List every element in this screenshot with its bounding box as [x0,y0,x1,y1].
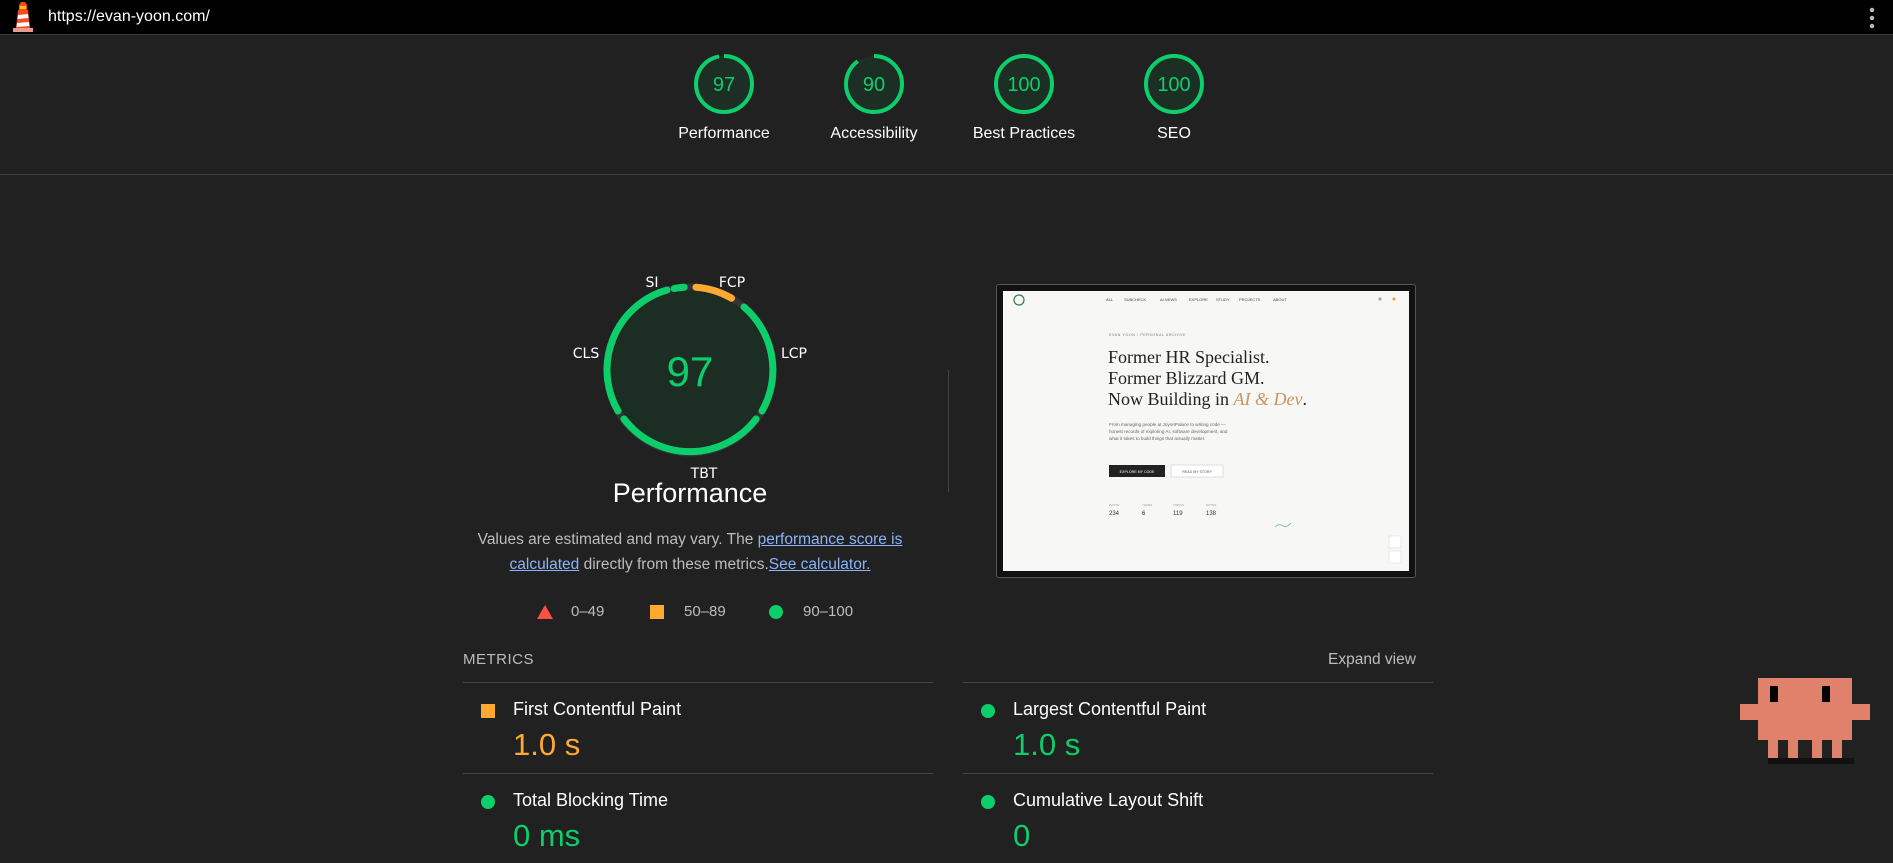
stat-value: 234 [1109,511,1120,517]
metric-name: Largest Contentful Paint [1013,699,1207,719]
explore-code-label: EXPLORE MY CODE [1120,470,1155,474]
segment-si [670,283,688,292]
stat-label: NOTES [1206,503,1216,507]
nav-item: ALL [1106,297,1114,302]
nav-item: AI NEWS [1160,297,1177,302]
screenshot-page: ALL SUBCHECK AI NEWS EXPLORE STUDY PROJE… [1003,291,1409,571]
gauge-ring: 100 [1144,54,1204,114]
triangle-icon [537,605,553,619]
scroll-down-button [1388,550,1402,564]
gauge-label: Accessibility [830,125,918,142]
see-calculator-link[interactable]: See calculator. [769,556,871,573]
search-icon [1378,297,1382,301]
nav-item: SUBCHECK [1124,297,1147,302]
desc-text: directly from these metrics. [579,556,769,573]
performance-description: Values are estimated and may vary. The p… [470,527,910,577]
label-lcp: LCP [781,346,807,362]
metric-value: 1.0 s [513,727,581,762]
final-screenshot[interactable]: ALL SUBCHECK AI NEWS EXPLORE STUDY PROJE… [996,284,1416,578]
metric-name: Total Blocking Time [513,790,669,810]
gauge-best-practices[interactable]: 100 Best Practices [954,53,1094,143]
metrics-header: METRICS [463,651,534,668]
gauge-accessibility[interactable]: 90 Accessibility [804,53,944,143]
pixel-mascot-icon[interactable] [1740,678,1870,766]
headline-line2: Former Blizzard GM. [1108,368,1264,388]
intro-line: what it takes to build things that actua… [1109,436,1205,441]
gauge-score: 90 [863,74,885,96]
top-bar: https://evan-yoon.com/ [0,0,1893,35]
metric-value: 0 [1013,818,1031,853]
site-logo-icon [1013,294,1025,306]
label-cls: CLS [573,346,600,362]
gauge-label: Best Practices [972,125,1076,142]
performance-score: 97 [667,348,714,395]
stat-label: TOPICS [1173,503,1184,507]
metric-value: 0 ms [513,818,581,853]
nav-item: ABOUT [1273,297,1287,302]
gauge-ring: 90 [844,54,904,114]
more-options-icon[interactable] [1869,7,1875,29]
gauge-score: 100 [1157,74,1190,96]
headline-line3: Now Building in AI & Dev. [1108,389,1307,409]
desc-text: Values are estimated and may vary. The [477,531,758,548]
page-url[interactable]: https://evan-yoon.com/ [48,8,210,26]
nav-item: STUDY [1216,297,1230,302]
nav-item: PROJECTS [1239,297,1261,302]
gauge-score: 100 [1007,74,1040,96]
gauge-score: 97 [713,74,735,96]
expand-view-toggle[interactable]: Expand view [1328,651,1416,669]
circle-icon [981,704,995,718]
headline-line1: Former HR Specialist. [1108,347,1269,367]
nav-item: EXPLORE [1189,297,1208,302]
gauge-seo[interactable]: 100 SEO [1104,53,1244,143]
square-icon [481,704,495,718]
stat-label: YEARS [1142,503,1152,507]
stat-value: 119 [1173,511,1183,517]
gauge-ring: 97 [694,54,754,114]
circle-icon [769,605,783,619]
theme-icon [1392,297,1396,301]
gauge-label: Performance [678,125,770,142]
gauge-performance[interactable]: 97 Performance [654,53,794,143]
metric-cls[interactable]: Cumulative Layout Shift 0 [963,773,1433,863]
stat-label: POSTS [1109,503,1119,507]
legend-range: 0–49 [571,603,605,620]
eyebrow: EVAN YOON / PERSONAL ARCHIVE [1109,333,1186,337]
lighthouse-logo-icon [13,2,33,32]
label-si: SI [645,275,658,291]
metric-value: 1.0 s [1013,727,1081,762]
intro-line: honest records of exploring AI, software… [1109,429,1228,434]
section-divider [948,370,949,492]
scroll-up-button [1388,535,1402,549]
score-gauges: 97 Performance 90 Accessibility 100 Best… [0,35,1893,175]
read-story-label: READ MY STORY [1182,470,1212,474]
legend-range: 90–100 [803,603,854,620]
circle-icon [981,795,995,809]
stat-value: 138 [1206,511,1217,517]
performance-main-gauge: 97 SI FCP LCP TBT CLS [573,275,807,482]
doodle-icon [1274,522,1292,528]
intro-line: From managing people at JoyonPalace to w… [1109,422,1226,427]
square-icon [650,605,664,619]
gauge-label: SEO [1157,125,1191,142]
screenshot-content: ALL SUBCHECK AI NEWS EXPLORE STUDY PROJE… [1013,294,1402,564]
label-fcp: FCP [719,275,745,291]
circle-icon [481,795,495,809]
metric-name: First Contentful Paint [513,699,682,719]
stat-value: 6 [1142,511,1146,517]
metric-lcp[interactable]: Largest Contentful Paint 1.0 s [963,682,1433,772]
metric-name: Cumulative Layout Shift [1013,790,1204,810]
metric-fcp[interactable]: First Contentful Paint 1.0 s [463,682,933,772]
metric-tbt[interactable]: Total Blocking Time 0 ms [463,773,933,863]
legend-range: 50–89 [684,603,726,620]
performance-title: Performance [612,478,768,508]
gauge-ring: 100 [994,54,1054,114]
